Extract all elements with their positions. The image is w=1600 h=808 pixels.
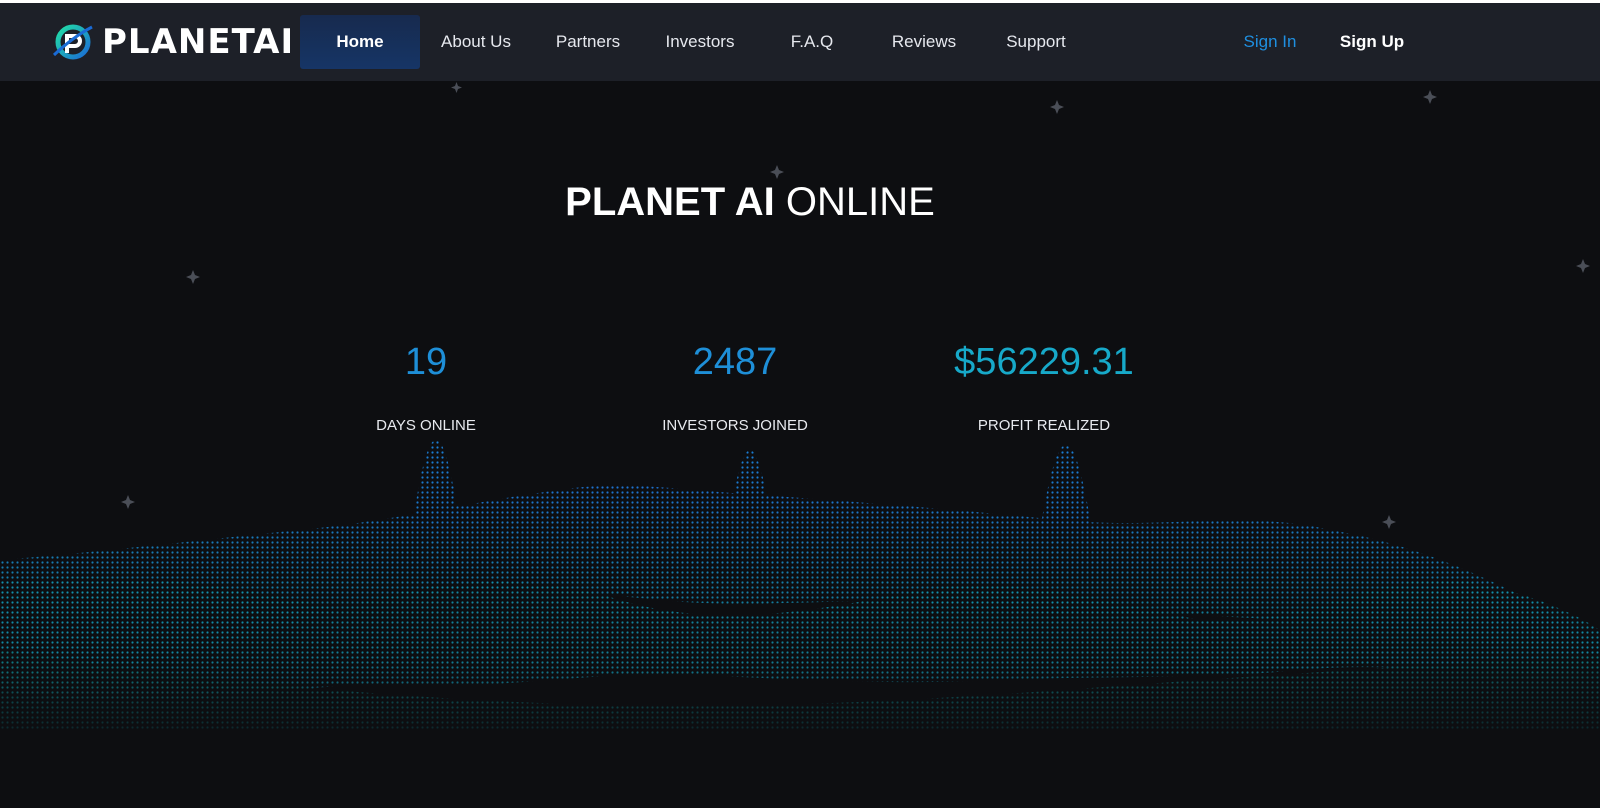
stat-days-online: 19 DAYS ONLINE: [296, 340, 556, 436]
nav-investors[interactable]: Investors: [656, 15, 744, 69]
planet-p-logo-icon: [52, 24, 93, 60]
hero-title-bold: PLANET AI: [565, 180, 775, 224]
sign-up-button[interactable]: Sign Up: [1334, 15, 1410, 69]
brand-logo[interactable]: PLANETAI: [50, 19, 294, 65]
brand-name: PLANETAI: [102, 22, 295, 62]
hero-title: PLANET AI ONLINE: [0, 178, 1500, 226]
particle-wave-graphic: [0, 440, 1600, 730]
nav-about-us[interactable]: About Us: [432, 15, 520, 69]
nav-support[interactable]: Support: [996, 15, 1076, 69]
page: PLANETAI Home About Us Partners Investor…: [0, 0, 1600, 808]
nav-partners[interactable]: Partners: [546, 15, 630, 69]
stat-value: 19: [404, 341, 448, 383]
stat-value: $56229.31: [954, 341, 1134, 383]
nav-reviews[interactable]: Reviews: [884, 15, 964, 69]
sign-in-link[interactable]: Sign In: [1236, 15, 1304, 69]
stat-value: 2487: [692, 341, 778, 383]
nav-faq[interactable]: F.A.Q: [784, 15, 840, 69]
hero-title-light: ONLINE: [785, 180, 935, 224]
stat-investors-joined: 2487 INVESTORS JOINED: [605, 340, 865, 436]
top-navbar: PLANETAI Home About Us Partners Investor…: [0, 3, 1600, 81]
nav-home[interactable]: Home: [300, 15, 420, 69]
stat-profit-realized: $56229.31 PROFIT REALIZED: [914, 340, 1174, 436]
